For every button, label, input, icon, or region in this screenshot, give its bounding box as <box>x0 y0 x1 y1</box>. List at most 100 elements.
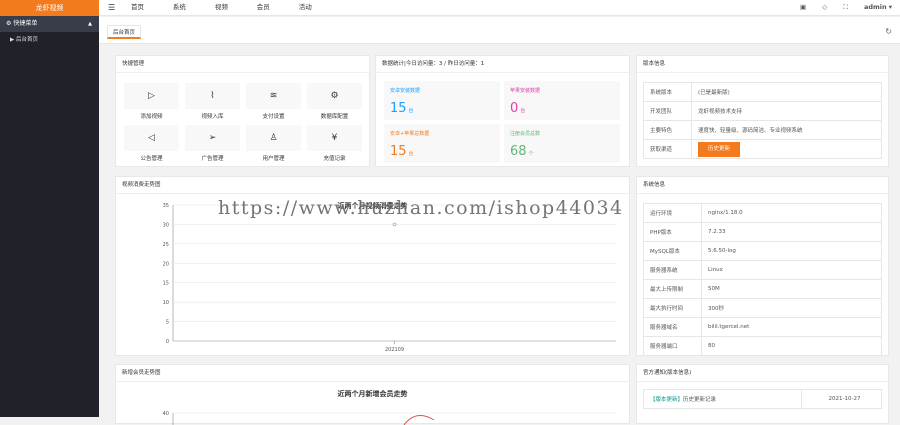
quick-layers-button[interactable]: ≋ <box>246 83 301 109</box>
table-row: 运行环境 nginx/1.18.0 <box>643 203 882 223</box>
quick-yen-button[interactable]: ¥ <box>307 125 362 151</box>
row-value: (已是最新版) <box>691 82 882 102</box>
tab-bar: 后台首页 ↻ <box>99 17 900 44</box>
quick-item-label[interactable]: 广告管理 <box>185 154 240 162</box>
pulse-icon: ⌇ <box>210 91 215 101</box>
row-value: 5.6.50-log <box>701 241 882 261</box>
row-key: 最大执行时间 <box>643 298 702 318</box>
row-value: 龙虾视频技术支持 <box>691 101 882 121</box>
speaker-icon: ◁ <box>148 133 155 143</box>
notice-link[interactable]: 历史更新记录 <box>683 397 716 403</box>
play-icon: ▷ <box>148 91 155 101</box>
panel-title: 系统信息 <box>637 177 888 194</box>
stat-value: 68 个 <box>510 144 614 159</box>
quick-item-label[interactable]: 公告管理 <box>124 154 179 162</box>
row-value: Linux <box>701 260 882 280</box>
table-row: 开发团队 龙虾视频技术支持 <box>643 101 882 121</box>
sidebar: 龙虾视频 ⚙ 快捷菜单 ▲ ▶ 后台首页 <box>0 0 99 417</box>
x-tick-label: 202109 <box>385 347 404 353</box>
quick-send-button[interactable]: ➢ <box>185 125 240 151</box>
app-logo: 龙虾视频 <box>0 0 99 16</box>
top-right-tools: ▣ ◇ ⛶ admin ▾ <box>786 0 892 16</box>
version-table: 系统版本 (已是最新版) 开发团队 龙虾视频技术支持 主要特色 速度快、轻量级、源码简… <box>643 82 882 159</box>
sidebar-group-quick-menu[interactable]: ⚙ 快捷菜单 ▲ <box>0 16 99 32</box>
system-info-table: 运行环境 nginx/1.18.0 PHP版本 7.2.33 MySQL版本 5.6.50… <box>643 203 882 356</box>
nav-member[interactable]: 会员 <box>257 0 270 15</box>
y-tick-label: 35 <box>163 203 169 209</box>
y-tick-label: 25 <box>163 242 169 248</box>
y-tick-label: 40 <box>163 411 169 417</box>
fullscreen-icon[interactable]: ⛶ <box>843 3 848 11</box>
history-update-button[interactable]: 历史更新 <box>698 141 741 157</box>
quick-item-label[interactable]: 视频入库 <box>185 112 240 120</box>
sidebar-item-home[interactable]: ▶ 后台首页 <box>0 32 99 48</box>
panel-title: 视频消费走势图 <box>116 177 629 194</box>
gear-icon: ⚙ <box>6 20 12 27</box>
row-key: 开发团队 <box>643 101 692 121</box>
y-tick-label: 5 <box>166 320 169 326</box>
y-tick-label: 10 <box>163 300 169 306</box>
quick-pulse-button[interactable]: ⌇ <box>185 83 240 109</box>
nav-home[interactable]: 首页 <box>131 0 144 15</box>
table-row: 主要特色 速度快、轻量级、源码简洁、专业视频系统 <box>643 120 882 140</box>
stat-value: 0台 <box>510 101 614 116</box>
send-icon: ➢ <box>208 133 217 143</box>
system-info-panel: 系统信息 运行环境 nginx/1.18.0 PHP版本 7.2.33 MySQL版本 5… <box>636 176 889 356</box>
quick-item-label[interactable]: 充值记录 <box>307 154 362 162</box>
sidebar-group-label: 快捷菜单 <box>13 20 38 27</box>
triangle-right-icon: ▶ <box>10 37 15 43</box>
stat-card: 苹果安装数据 0 台 <box>504 81 620 120</box>
quick-item-label[interactable]: 用户管理 <box>246 154 301 162</box>
stat-card: 安卓+苹果总数据 15 台 <box>384 124 500 163</box>
quick-item-label[interactable]: 添加视频 <box>124 112 179 120</box>
quick-panel: 快捷管理 ▷ 添加视频 ⌇ 视频入库 ≋ 支付设置 ⚙ 数据库配置 ◁ 公告管理 ➢ 广告管理 ♙ 用户管… <box>115 55 370 167</box>
message-icon[interactable]: ▣ <box>800 3 806 11</box>
nav-activity[interactable]: 活动 <box>299 0 312 15</box>
stat-number: 15 <box>390 101 407 116</box>
stats-panel: 数据统计|今日访问量：3 / 昨日访问量：1 安卓安装数据 15 台苹果安装数据 0 台… <box>375 55 630 167</box>
quick-play-button[interactable]: ▷ <box>124 83 179 109</box>
quick-speaker-button[interactable]: ◁ <box>124 125 179 151</box>
y-tick-label: 20 <box>163 261 169 267</box>
panel-title: 快捷管理 <box>116 56 369 73</box>
quick-item-label[interactable]: 数据库配置 <box>307 112 362 120</box>
panel-title: 官方通知(版本信息) <box>637 365 888 382</box>
row-value: 80 <box>701 336 882 356</box>
table-row: 服务器域名 bilil.tgercel.net <box>643 317 882 337</box>
quick-item-label[interactable]: 支付设置 <box>246 112 301 120</box>
row-key: 服务器域名 <box>643 317 702 337</box>
username: admin <box>863 3 887 11</box>
stat-title: 苹果安装数据 <box>510 88 541 94</box>
stat-title: 注册会员总数 <box>510 131 541 137</box>
row-value: nginx/1.18.0 <box>701 203 882 223</box>
stat-unit: 台 <box>408 151 414 157</box>
table-row: MySQL版本 5.6.50-log <box>643 241 882 261</box>
y-tick-label: 30 <box>163 222 169 228</box>
row-value: 7.2.33 <box>701 222 882 242</box>
quick-user-button[interactable]: ♙ <box>246 125 301 151</box>
table-row: 获取渠道 历史更新 <box>643 139 882 159</box>
stat-value: 15 台 <box>390 144 494 159</box>
quick-gear-button[interactable]: ⚙ <box>307 83 362 109</box>
panel-title: 数据统计|今日访问量：3 / 昨日访问量：1 <box>376 56 629 73</box>
row-key: 主要特色 <box>643 120 692 140</box>
table-row: 最大上传限制 50M <box>643 279 882 299</box>
nav-video[interactable]: 视频 <box>215 0 228 15</box>
y-tick-label: 15 <box>163 281 169 287</box>
table-row: 服务器系统 Linux <box>643 260 882 280</box>
notice-date: 2021-10-27 <box>801 389 882 409</box>
tab-home[interactable]: 后台首页 <box>107 25 142 39</box>
stat-card: 注册会员总数 68 个 <box>504 124 620 163</box>
row-key: 运行环境 <box>643 203 702 223</box>
notice-panel: 官方通知(版本信息) 【版本更新】历史更新记录 2021-10-27 <box>636 364 889 424</box>
tag-icon[interactable]: ◇ <box>822 3 827 11</box>
nav-system[interactable]: 系统 <box>173 0 186 15</box>
refresh-icon[interactable]: ↻ <box>885 27 892 36</box>
stat-number: 15 <box>390 144 407 159</box>
notice-tag: 【版本更新】 <box>650 397 684 403</box>
menu-toggle-icon[interactable]: ☰ <box>108 3 115 12</box>
top-bar: ☰ 首页 系统 视频 会员 活动 ▣ ◇ ⛶ admin ▾ <box>99 0 900 16</box>
panel-title: 版本信息 <box>637 56 888 73</box>
user-menu[interactable]: admin ▾ <box>864 3 892 11</box>
row-key: 最大上传限制 <box>643 279 702 299</box>
